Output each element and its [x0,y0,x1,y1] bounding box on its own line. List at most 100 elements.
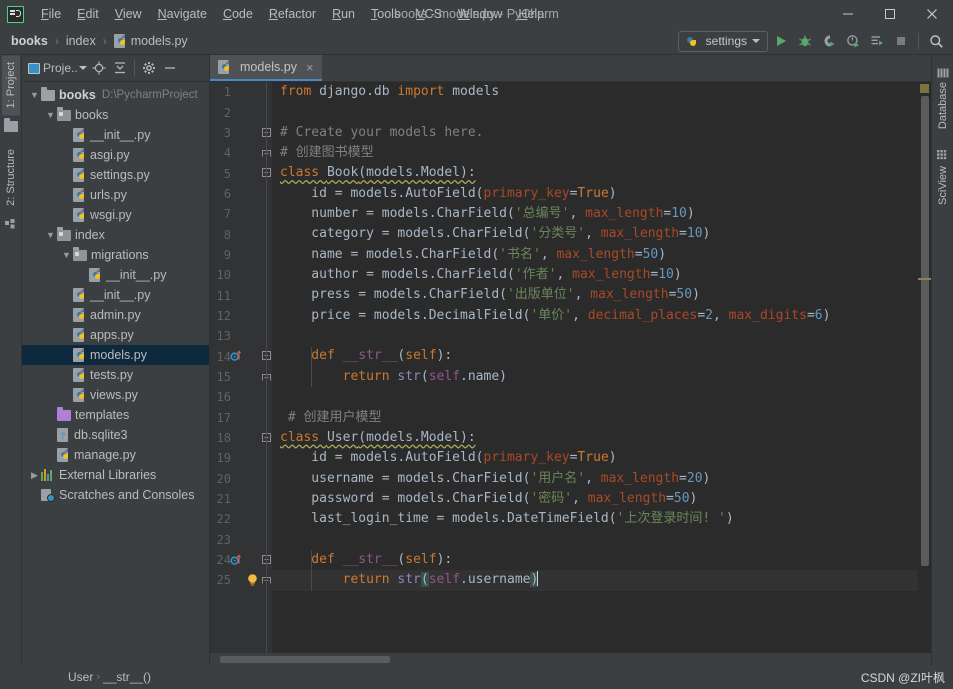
code-line[interactable] [272,530,931,550]
gutter-line[interactable]: 16 [210,387,272,407]
gutter-line[interactable]: 23 [210,530,272,550]
override-method-icon[interactable] [230,553,244,567]
code-line[interactable]: # Create your models here. [272,123,931,143]
close-icon[interactable] [911,0,953,28]
menu-item-code[interactable]: Code [215,4,261,24]
code-line[interactable]: def __str__(self): [272,346,931,366]
tree-item[interactable]: ▼ migrations [22,245,209,265]
code-line[interactable]: # 创建用户模型 [272,408,931,428]
tree-item[interactable]: manage.py [22,445,209,465]
code-line[interactable]: price = models.DecimalField('单价', decima… [272,306,931,326]
settings-gear-icon[interactable] [140,59,158,77]
gutter-line[interactable]: 2 [210,102,272,122]
run-button[interactable] [770,30,792,52]
tree-item[interactable]: asgi.py [22,145,209,165]
code-line[interactable]: category = models.CharField('分类号', max_l… [272,224,931,244]
editor-horizontal-scrollbar[interactable] [210,653,931,665]
tree-item[interactable]: wsgi.py [22,205,209,225]
code-line[interactable]: author = models.CharField('作者', max_leng… [272,265,931,285]
status-breadcrumb-item[interactable]: __str__() [103,670,151,684]
tab-models-py[interactable]: models.py × [210,55,322,81]
code-line[interactable]: password = models.CharField('密码', max_le… [272,489,931,509]
code-line[interactable]: return str(self.name) [272,367,931,387]
gutter-line[interactable]: 1 [210,82,272,102]
breadcrumb-item-books[interactable]: books [8,33,51,49]
breadcrumb[interactable]: books › index › models.py [0,33,191,49]
menu-item-vcs[interactable]: VCS [408,4,450,24]
gutter-line[interactable]: 3 [210,123,272,143]
search-everywhere-button[interactable] [925,30,947,52]
gutter-line[interactable]: 7 [210,204,272,224]
gutter-line[interactable]: 5 [210,163,272,183]
twisty-collapsed-icon[interactable]: ▶ [28,470,41,481]
gutter-line[interactable]: 21 [210,489,272,509]
menu-item-edit[interactable]: Edit [69,4,107,24]
editor-gutter[interactable]: 1 2 3 4 5 6 7 8 9 10 11 12 13 14 15 16 17 18 19 20 21 22 23 24 2… [210,82,272,653]
code-line[interactable]: # 创建图书模型 [272,143,931,163]
gutter-line[interactable]: 12 [210,306,272,326]
sidebar-item-database[interactable]: Database [934,75,952,136]
code-line[interactable]: return str(self.username) [272,570,931,591]
hide-panel-icon[interactable] [161,59,179,77]
menu-item-file[interactable]: File [33,4,69,24]
code-editor[interactable]: 1 2 3 4 5 6 7 8 9 10 11 12 13 14 15 16 17 18 19 20 21 22 23 24 2… [210,82,931,653]
menu-item-view[interactable]: View [107,4,150,24]
code-line[interactable]: last_login_time = models.DateTimeField('… [272,509,931,529]
code-line[interactable]: def __str__(self): [272,550,931,570]
gutter-line[interactable]: 20 [210,469,272,489]
breadcrumb-item-models-py[interactable]: models.py [111,33,191,49]
code-line[interactable]: name = models.CharField('书名', max_length… [272,245,931,265]
code-line[interactable] [272,387,931,407]
stop-button[interactable] [890,30,912,52]
status-breadcrumb-item[interactable]: User [68,670,93,684]
code-line[interactable]: class User(models.Model): [272,428,931,448]
menu-item-window[interactable]: Window [450,4,510,24]
tree-item[interactable]: ▶ External Libraries [22,465,209,485]
gutter-line[interactable]: 11 [210,285,272,305]
intention-bulb-icon[interactable] [246,573,259,587]
close-icon[interactable]: × [306,61,314,74]
project-panel-title[interactable]: Proje.. [43,61,78,75]
minimize-icon[interactable] [827,0,869,28]
tree-item[interactable]: settings.py [22,165,209,185]
override-method-icon[interactable] [230,349,244,363]
code-line[interactable]: id = models.AutoField(primary_key=True) [272,184,931,204]
code-line[interactable]: id = models.AutoField(primary_key=True) [272,448,931,468]
tree-item[interactable]: ▼ books [22,105,209,125]
project-tree[interactable]: ▼ books D:\PycharmProject ▼ books __init__.py… [22,82,209,665]
gutter-line[interactable]: 15 [210,367,272,387]
menu-item-run[interactable]: Run [324,4,363,24]
editor-breadcrumb[interactable]: User › __str__() [0,670,151,684]
breadcrumb-item-index[interactable]: index [63,33,99,49]
sidebar-item-sciview[interactable]: SciView [934,159,952,212]
code-line[interactable]: number = models.CharField('总编号', max_len… [272,204,931,224]
gutter-line[interactable]: 18 [210,428,272,448]
gutter-line[interactable]: 6 [210,184,272,204]
gutter-line[interactable]: 17 [210,408,272,428]
code-line[interactable]: username = models.CharField('用户名', max_l… [272,469,931,489]
editor-vertical-scrollbar[interactable] [918,82,931,653]
code-line[interactable]: class Book(models.Model): [272,163,931,183]
gutter-line[interactable]: 10 [210,265,272,285]
tree-item[interactable]: Scratches and Consoles [22,485,209,505]
tree-item[interactable]: urls.py [22,185,209,205]
menu-item-navigate[interactable]: Navigate [150,4,215,24]
tree-item[interactable]: admin.py [22,305,209,325]
locate-icon[interactable] [90,59,108,77]
sidebar-item-structure[interactable]: 2: Structure [2,142,20,213]
collapse-all-icon[interactable] [111,59,129,77]
twisty-expanded-icon[interactable]: ▼ [44,110,57,120]
project-scope-chevron-down-icon[interactable] [78,66,87,70]
tree-item[interactable]: __init__.py [22,125,209,145]
tree-item[interactable]: ▼ books D:\PycharmProject [22,85,209,105]
tree-item[interactable]: __init__.py [22,265,209,285]
maximize-icon[interactable] [869,0,911,28]
debug-button[interactable] [794,30,816,52]
tree-item[interactable]: models.py [22,345,209,365]
gutter-line[interactable]: 8 [210,224,272,244]
run-coverage-button[interactable] [818,30,840,52]
code-line[interactable] [272,102,931,122]
tree-item[interactable]: ? db.sqlite3 [22,425,209,445]
tree-item[interactable]: templates [22,405,209,425]
menu-item-help[interactable]: Help [510,4,552,24]
